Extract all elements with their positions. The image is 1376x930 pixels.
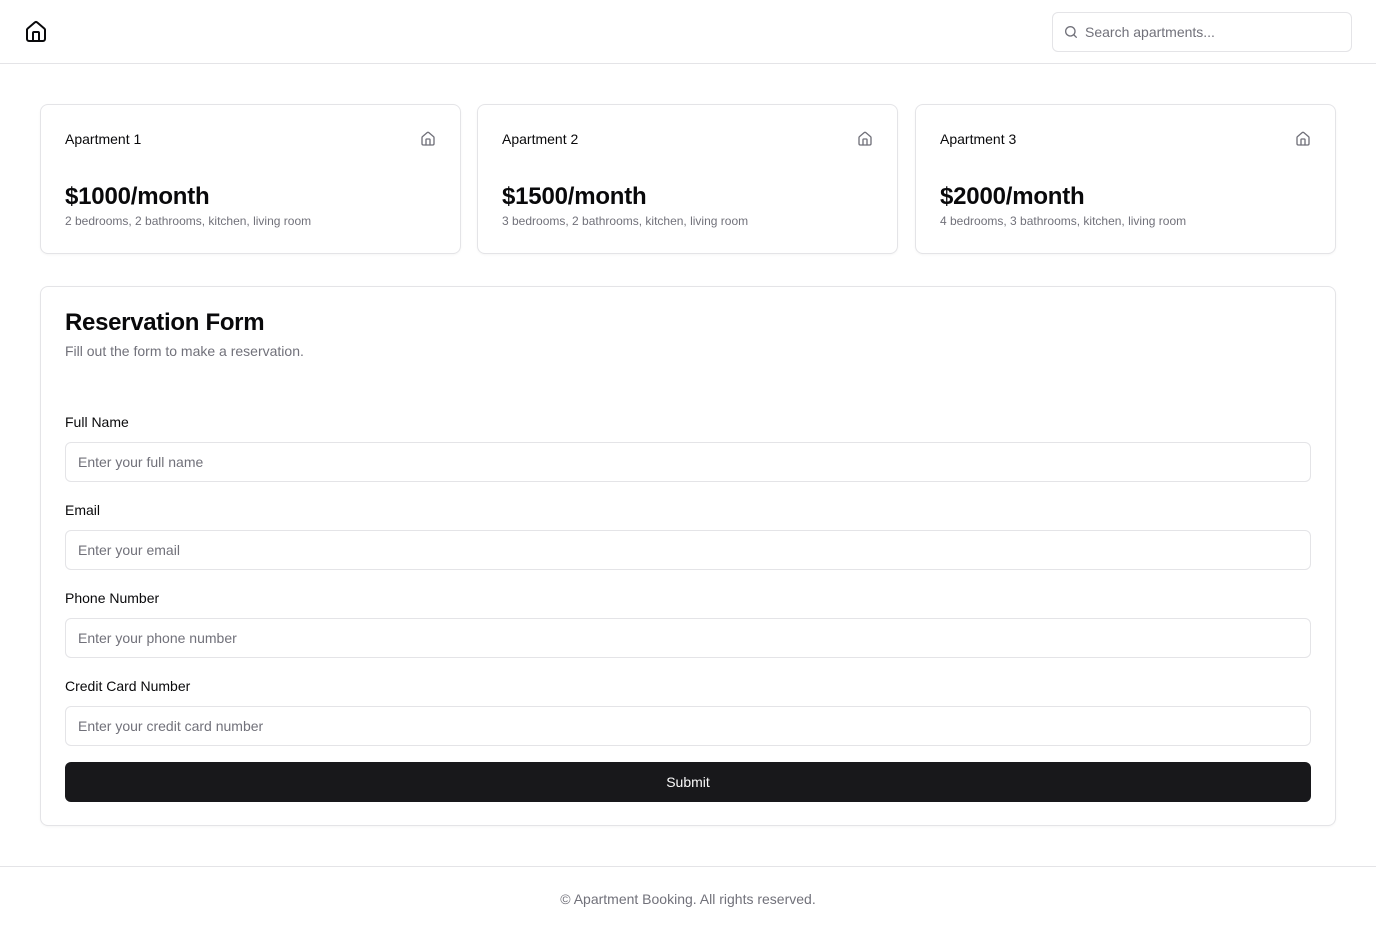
- site-header: [0, 0, 1376, 64]
- form-subtitle: Fill out the form to make a reservation.: [65, 343, 304, 359]
- apartment-card[interactable]: Apartment 1 $1000/month 2 bedrooms, 2 ba…: [40, 104, 461, 254]
- credit-card-field[interactable]: [65, 706, 1311, 746]
- apartment-price: $2000/month: [940, 183, 1085, 210]
- full-name-label: Full Name: [65, 414, 129, 430]
- email-label: Email: [65, 502, 101, 518]
- apartment-title: Apartment 1: [65, 131, 142, 147]
- full-name-field[interactable]: [65, 442, 1311, 482]
- search-icon: [1063, 24, 1079, 40]
- submit-button[interactable]: Submit: [65, 762, 1311, 802]
- apartment-description: 2 bedrooms, 2 bathrooms, kitchen, living…: [65, 214, 312, 228]
- apartment-description: 3 bedrooms, 2 bathrooms, kitchen, living…: [502, 214, 749, 228]
- apartment-title: Apartment 2: [502, 131, 579, 147]
- search-box: [1052, 12, 1352, 52]
- form-title: Reservation Form: [65, 309, 265, 336]
- apartment-card[interactable]: Apartment 3 $2000/month 4 bedrooms, 3 ba…: [915, 104, 1336, 254]
- apartment-title: Apartment 3: [940, 131, 1017, 147]
- email-field[interactable]: [65, 530, 1311, 570]
- home-icon: [24, 20, 48, 44]
- search-input[interactable]: [1085, 13, 1349, 51]
- apartment-price: $1500/month: [502, 183, 647, 210]
- apartment-description: 4 bedrooms, 3 bathrooms, kitchen, living…: [940, 214, 1187, 228]
- apartment-card[interactable]: Apartment 2 $1500/month 3 bedrooms, 2 ba…: [477, 104, 898, 254]
- copyright-text: © Apartment Booking. All rights reserved…: [560, 891, 816, 907]
- home-icon: [420, 131, 436, 147]
- apartment-price: $1000/month: [65, 183, 210, 210]
- phone-number-field[interactable]: [65, 618, 1311, 658]
- phone-number-label: Phone Number: [65, 590, 160, 606]
- home-logo-link[interactable]: [24, 20, 48, 44]
- home-icon: [857, 131, 873, 147]
- reservation-form: Reservation Form Fill out the form to ma…: [40, 286, 1336, 826]
- credit-card-label: Credit Card Number: [65, 678, 191, 694]
- site-footer: © Apartment Booking. All rights reserved…: [0, 866, 1376, 930]
- home-icon: [1295, 131, 1311, 147]
